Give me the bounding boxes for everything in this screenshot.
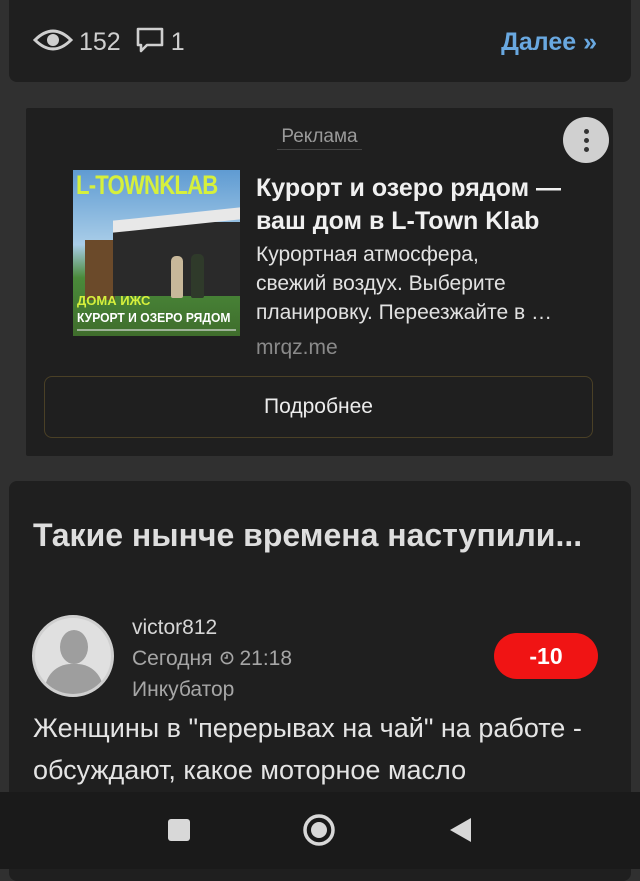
circle-icon[interactable] (299, 810, 339, 850)
avatar[interactable] (32, 615, 114, 697)
clock-icon (220, 647, 234, 671)
post-title[interactable]: Такие нынче времена наступили... (33, 513, 603, 558)
square-icon[interactable] (159, 810, 199, 850)
ad-description: Курортная атмосфера, свежий воздух. Выбе… (256, 243, 552, 324)
more-vertical-icon[interactable] (563, 117, 609, 163)
read-more-link[interactable]: Далее » (501, 28, 597, 57)
ad-title[interactable]: Курорт и озеро рядом — ваш дом в L-Town … (256, 172, 601, 238)
ad-image-brand: L-TOWNKLAB (76, 170, 218, 200)
eye-icon (32, 28, 74, 57)
views-count: 152 (79, 28, 121, 56)
author-name[interactable]: victor812 (132, 616, 217, 640)
post-stats: 152 1 (32, 26, 199, 59)
comment-icon[interactable] (135, 26, 165, 59)
ad-details-button[interactable]: Подробнее (44, 376, 593, 438)
ad-image-caption-2: КУРОРТ И ОЗЕРО РЯДОМ (77, 310, 231, 325)
system-nav-bar (0, 792, 640, 869)
triangle-back-icon[interactable] (440, 810, 480, 850)
ad-label: Реклама (26, 126, 613, 150)
post-category[interactable]: Инкубатор (132, 678, 234, 702)
ad-domain: mrqz.me (256, 336, 338, 359)
rating-badge: -10 (494, 633, 598, 679)
ad-image-caption-1: ДОМА ИЖС (77, 293, 151, 308)
post-date: Сегодня 21:18 (132, 647, 293, 671)
advertisement-block[interactable]: Реклама L-TOWNKLAB ДОМА ИЖС КУРОРТ И ОЗЕ… (26, 108, 613, 456)
post-body: Женщины в "перерывах на чай" на работе -… (33, 713, 582, 785)
ad-image[interactable]: L-TOWNKLAB ДОМА ИЖС КУРОРТ И ОЗЕРО РЯДОМ (73, 170, 240, 336)
previous-post-card: 152 1 Далее » (9, 0, 631, 82)
comments-count[interactable]: 1 (171, 28, 185, 57)
